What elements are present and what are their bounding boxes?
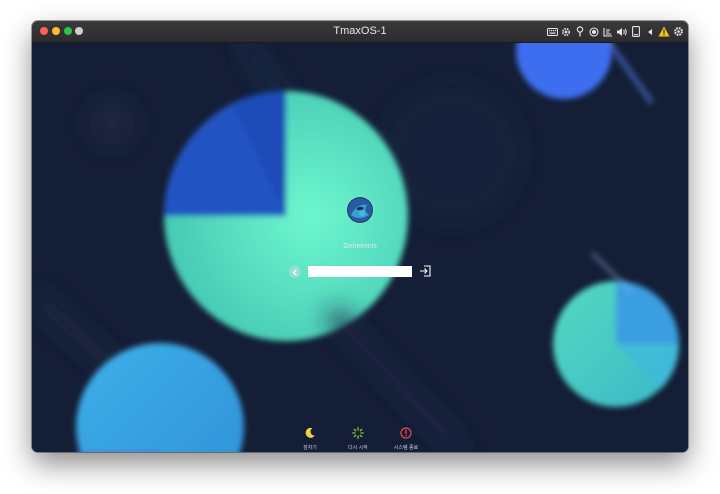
window-titlebar: TmaxOS-1 [32,21,688,43]
warning-icon[interactable] [658,25,670,39]
password-input[interactable] [308,266,412,277]
shutdown-label: 시스템 종료 [393,445,419,451]
gear-icon[interactable] [672,25,684,39]
chevron-left-icon [292,268,297,276]
moon-icon [305,427,315,438]
login-submit-button[interactable] [419,265,431,277]
keyboard-icon[interactable] [546,25,558,39]
user-avatar[interactable] [347,197,373,223]
settings-cog-icon[interactable] [560,25,572,39]
shutdown-button[interactable]: 시스템 종료 [376,426,436,451]
vm-window: TmaxOS-1 Geheimnis 잠자기 다시 시작 시스템 종료 [32,21,688,452]
pin-icon[interactable] [574,25,586,39]
power-icon [400,427,412,439]
restart-spinner-icon [352,427,364,439]
network-icon[interactable] [602,25,614,39]
arrow-left-icon[interactable] [644,25,656,39]
username-label: Geheimnis [343,243,377,250]
login-screen: Geheimnis 잠자기 다시 시작 시스템 종료 [32,43,688,452]
volume-icon[interactable] [616,25,628,39]
record-icon[interactable] [588,25,600,39]
system-tray [546,24,684,39]
back-button[interactable] [289,266,301,278]
tablet-icon[interactable] [630,25,642,39]
sign-in-icon [420,265,431,277]
